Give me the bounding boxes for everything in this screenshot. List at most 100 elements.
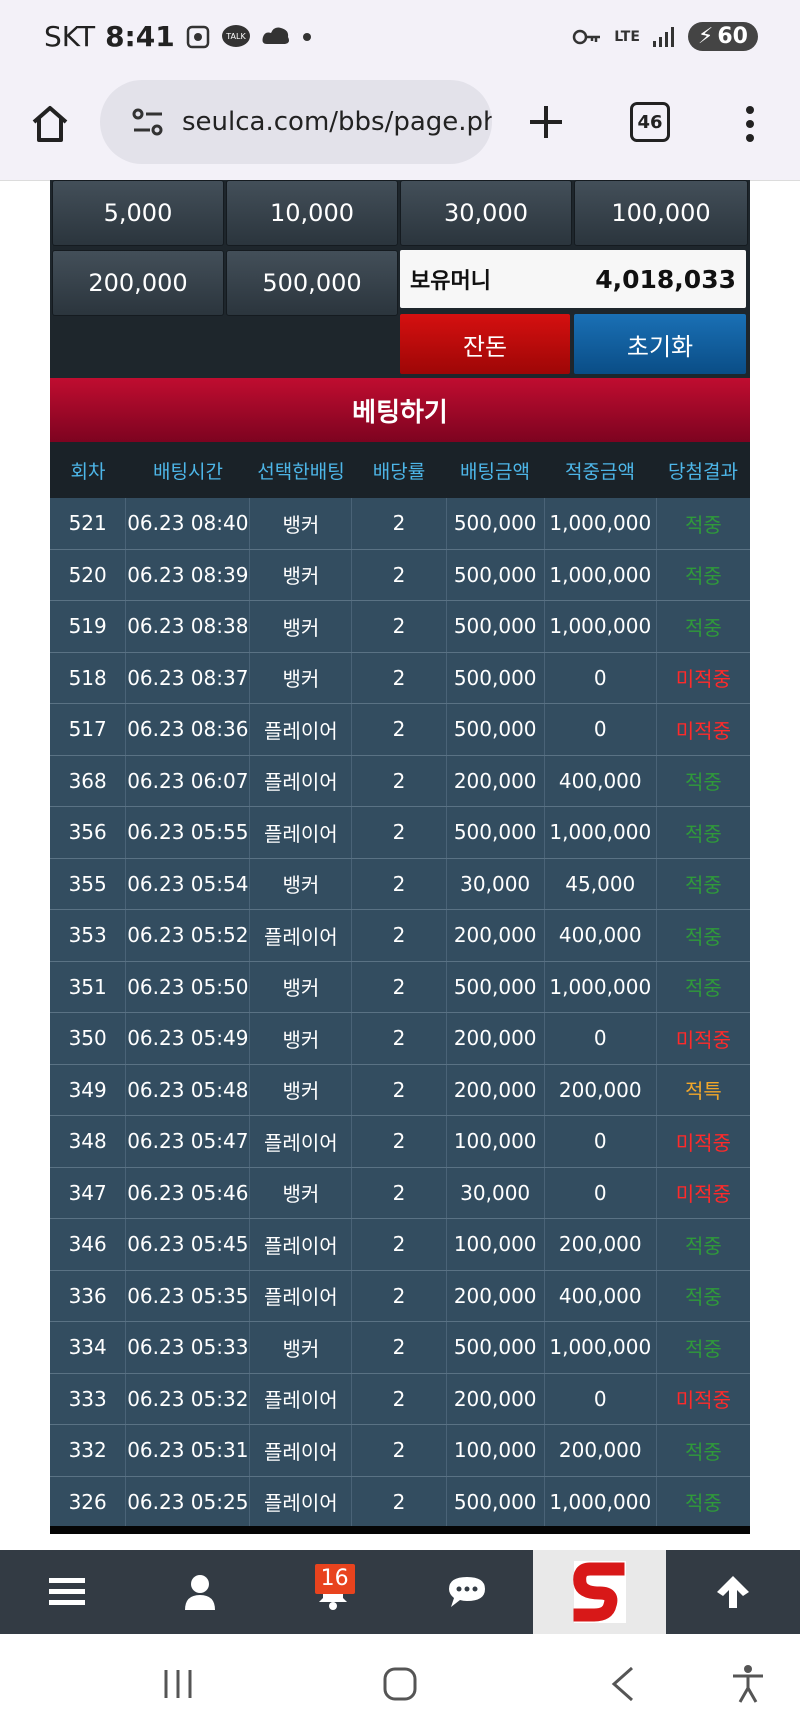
notification-badge: 16 (314, 1564, 355, 1594)
round-cell: 348 (50, 1116, 127, 1167)
odds-cell: 2 (352, 961, 447, 1012)
win-amount-cell: 0 (545, 1167, 657, 1218)
url-text: seulca.com/bbs/page.php (182, 107, 492, 137)
result-cell: 미적중 (675, 1130, 731, 1155)
selection-cell: 플레이어 (250, 704, 353, 755)
chip-button[interactable]: 5,000 (52, 180, 224, 246)
chip-button[interactable]: 30,000 (400, 180, 572, 246)
win-amount-cell: 1,000,000 (545, 601, 657, 652)
column-header: 당첨결과 (668, 460, 738, 483)
nav-menu-button[interactable] (0, 1550, 133, 1634)
site-logo (573, 1561, 626, 1623)
address-bar[interactable]: seulca.com/bbs/page.php (100, 80, 492, 164)
odds-cell: 2 (352, 910, 447, 961)
selection-cell: 플레이어 (250, 1270, 353, 1321)
home-nav-icon[interactable] (382, 1666, 418, 1702)
bet-time-cell: 06.23 06:07 (126, 755, 251, 806)
recent-apps-icon[interactable] (160, 1666, 196, 1702)
win-amount-cell: 1,000,000 (545, 549, 657, 600)
clock: 8:41 (105, 20, 175, 53)
home-button[interactable] (28, 102, 72, 146)
bet-time-cell: 06.23 05:55 (126, 807, 251, 858)
bet-time-cell: 06.23 08:38 (126, 601, 251, 652)
bet-amount-cell: 200,000 (447, 1013, 545, 1064)
odds-cell: 2 (352, 858, 447, 909)
selection-cell: 뱅커 (250, 1167, 353, 1218)
round-cell: 356 (50, 807, 127, 858)
more-menu-button[interactable] (738, 102, 762, 146)
result-cell: 적중 (684, 976, 722, 1001)
win-amount-cell: 0 (545, 652, 657, 703)
more-vert-icon (746, 106, 754, 142)
panel-divider (50, 1526, 750, 1534)
cloud-icon (261, 24, 291, 50)
bet-time-cell: 06.23 05:25 (126, 1476, 251, 1527)
result-cell: 미적중 (675, 1182, 731, 1207)
bet-time-cell: 06.23 08:40 (126, 498, 251, 549)
table-row: 519 06.23 08:38 뱅커 2 500,000 1,000,000 적중 (50, 601, 750, 653)
result-cell: 적중 (684, 1439, 722, 1464)
bet-time-cell: 06.23 08:36 (126, 704, 251, 755)
change-button[interactable]: 잔돈 (400, 314, 570, 374)
result-cell: 적중 (684, 821, 722, 846)
odds-cell: 2 (352, 1013, 447, 1064)
odds-cell: 2 (352, 1425, 447, 1476)
selection-cell: 플레이어 (250, 910, 353, 961)
round-cell: 355 (50, 858, 127, 909)
screenshot-icon (185, 24, 211, 50)
bet-amount-cell: 200,000 (447, 1373, 545, 1424)
selection-cell: 플레이어 (250, 1116, 353, 1167)
browser-toolbar: seulca.com/bbs/page.php 46 (0, 76, 800, 181)
win-amount-cell: 1,000,000 (545, 807, 657, 858)
round-cell: 368 (50, 755, 127, 806)
round-cell: 346 (50, 1219, 127, 1270)
arrow-up-icon (717, 1576, 750, 1608)
bet-amount-cell: 100,000 (447, 1425, 545, 1476)
nav-chat-button[interactable] (400, 1550, 533, 1634)
table-row: 353 06.23 05:52 플레이어 2 200,000 400,000 적중 (50, 910, 750, 962)
bet-time-cell: 06.23 08:39 (126, 549, 251, 600)
table-row: 520 06.23 08:39 뱅커 2 500,000 1,000,000 적중 (50, 549, 750, 601)
back-icon[interactable] (608, 1666, 638, 1702)
bet-amount-cell: 500,000 (447, 961, 545, 1012)
site-logo-button[interactable] (533, 1550, 667, 1634)
chip-button[interactable]: 10,000 (226, 180, 398, 246)
win-amount-cell: 45,000 (545, 858, 657, 909)
nav-notification-button[interactable]: 16 (267, 1550, 400, 1634)
round-cell: 520 (50, 549, 127, 600)
round-cell: 332 (50, 1425, 127, 1476)
chat-icon (448, 1577, 485, 1607)
tab-switcher-button[interactable]: 46 (630, 102, 670, 142)
battery-level: 60 (717, 24, 748, 49)
status-left: SKT 8:41 TALK (44, 20, 313, 53)
table-row: 332 06.23 05:31 플레이어 2 100,000 200,000 적중 (50, 1425, 750, 1477)
chip-button[interactable]: 500,000 (226, 250, 398, 316)
chip-button[interactable]: 200,000 (52, 250, 224, 316)
reset-button[interactable]: 초기화 (574, 314, 746, 374)
result-cell: 적특 (684, 1079, 722, 1104)
win-amount-cell: 400,000 (545, 755, 657, 806)
betting-panel: 5,000 10,000 30,000 100,000 200,000 500,… (50, 180, 750, 1534)
nav-user-button[interactable] (133, 1550, 266, 1634)
nav-top-button[interactable] (666, 1550, 799, 1634)
round-cell: 347 (50, 1167, 127, 1218)
round-cell: 517 (50, 704, 127, 755)
table-row: 348 06.23 05:47 플레이어 2 100,000 0 미적중 (50, 1116, 750, 1168)
bet-amount-cell: 30,000 (447, 858, 545, 909)
table-row: 355 06.23 05:54 뱅커 2 30,000 45,000 적중 (50, 858, 750, 910)
selection-cell: 뱅커 (250, 1013, 353, 1064)
round-cell: 334 (50, 1322, 127, 1373)
chip-button[interactable]: 100,000 (574, 180, 748, 246)
selection-cell: 뱅커 (250, 498, 353, 549)
bet-amount-cell: 200,000 (447, 1270, 545, 1321)
plus-icon (530, 106, 562, 138)
odds-cell: 2 (352, 1476, 447, 1527)
selection-cell: 뱅커 (250, 549, 353, 600)
win-amount-cell: 0 (545, 1116, 657, 1167)
accessibility-icon[interactable] (730, 1664, 766, 1704)
table-header: 회차 배팅시간 선택한배팅 배당률 배팅금액 적중금액 당첨결과 (50, 442, 750, 498)
bet-history-table: 521 06.23 08:40 뱅커 2 500,000 1,000,000 적중 520 06… (50, 498, 750, 1528)
site-settings-icon[interactable] (130, 104, 166, 140)
new-tab-button[interactable] (526, 102, 566, 142)
column-header: 배당률 (372, 460, 426, 483)
